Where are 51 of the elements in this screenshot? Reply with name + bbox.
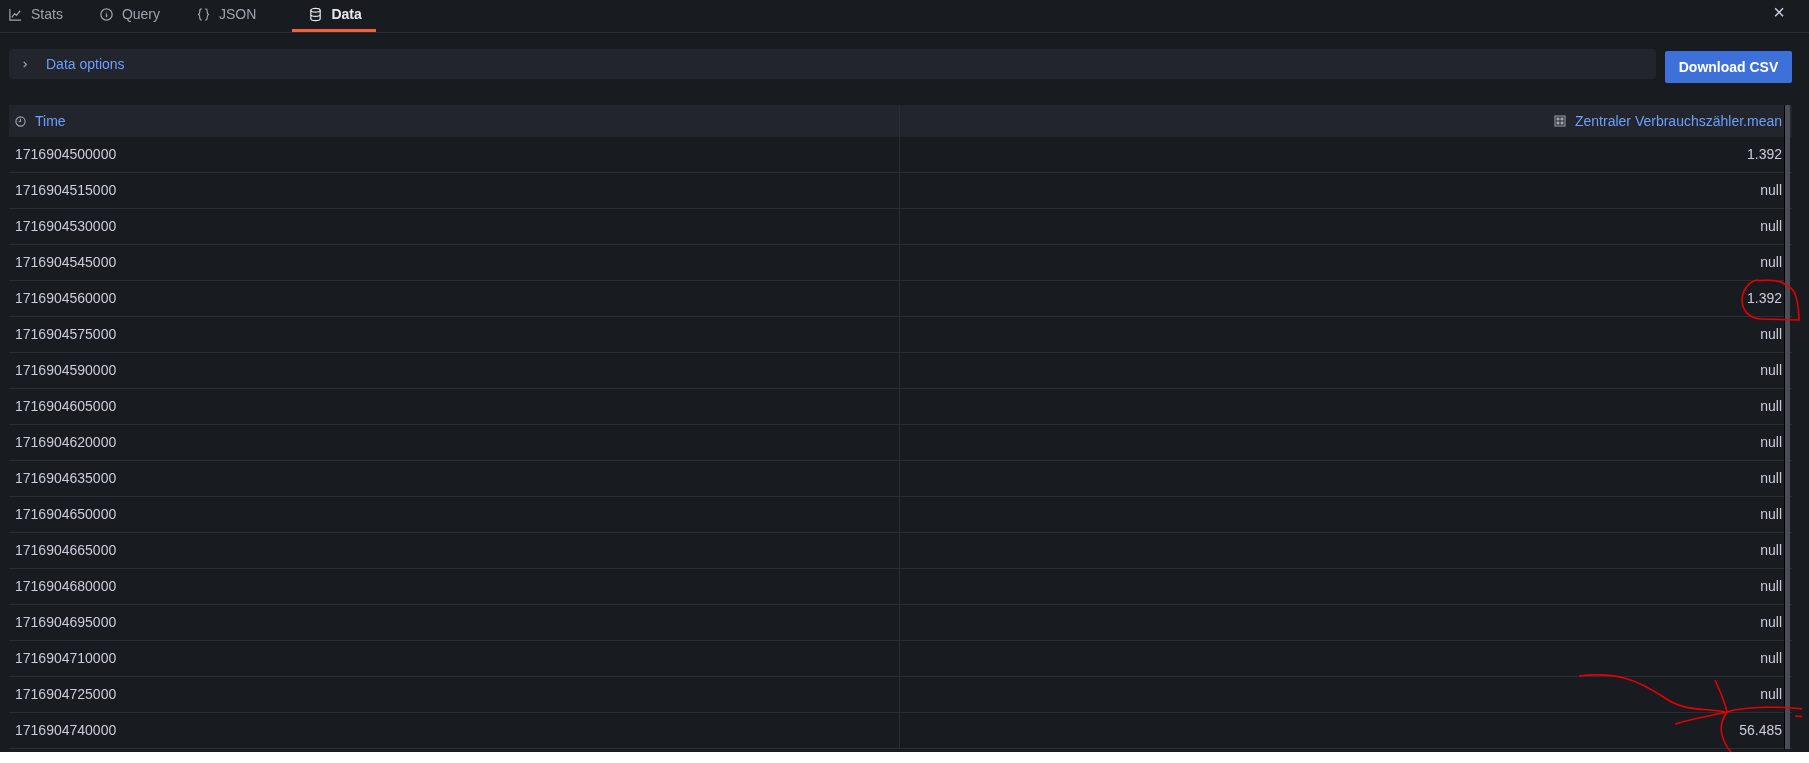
table-cell-text: null (1760, 469, 1782, 488)
table-cell-text: 1.392 (1746, 289, 1782, 308)
table-cell-text: 1716904560000 (15, 289, 117, 308)
tab[interactable]: Data (292, 0, 376, 32)
table-cell-text: null (1760, 613, 1782, 632)
scrollbar[interactable] (1784, 105, 1790, 749)
table-cell-text: 1716904665000 (15, 541, 117, 560)
table-cell-text: null (1760, 361, 1782, 380)
database-icon (308, 7, 324, 22)
tab[interactable]: JSON (196, 0, 271, 32)
table-cell-text: null (1760, 541, 1782, 560)
table-cell-text: null (1760, 685, 1782, 704)
table-cell-text: null (1760, 433, 1782, 452)
close-button[interactable]: × (1767, 0, 1791, 28)
table-cell-text: null (1760, 217, 1782, 236)
table-cell-text: 1716904515000 (15, 181, 117, 200)
table-cell-text: 1.392 (1746, 145, 1782, 164)
braces-icon (196, 7, 212, 22)
table-cell-text: null (1760, 253, 1782, 272)
tab[interactable]: Stats (8, 0, 77, 32)
column-header[interactable]: Zentraler Verbrauchszähler.mean (1575, 110, 1782, 132)
info-icon (98, 7, 114, 22)
chevron-icon[interactable] (21, 59, 30, 69)
column-header[interactable]: Time (35, 110, 66, 132)
table-cell-text: 1716904725000 (15, 685, 117, 704)
table-cell-text: 1716904710000 (15, 649, 117, 668)
line-chart-icon (8, 7, 23, 22)
table-cell-text: 1716904545000 (15, 253, 117, 272)
table-cell-text: 1716904620000 (15, 433, 117, 452)
table-cell-text: 1716904650000 (15, 505, 117, 524)
data-options-toggle[interactable]: Data options (46, 53, 125, 75)
table-cell-text: 1716904740000 (15, 721, 117, 740)
table-cell-text: 56.485 (1739, 721, 1782, 740)
grid-icon (1554, 115, 1566, 127)
clock-icon (15, 115, 26, 127)
table-cell-text: 1716904680000 (15, 577, 117, 596)
download-csv-button[interactable]: Download CSV (1665, 51, 1792, 83)
table-cell-text: 1716904635000 (15, 469, 117, 488)
table-cell-text: 1716904530000 (15, 217, 117, 236)
table-cell-text: 1716904605000 (15, 397, 117, 416)
table-cell-text: null (1760, 577, 1782, 596)
table-cell-text: null (1760, 649, 1782, 668)
table-cell-text: null (1760, 181, 1782, 200)
table-cell-text: 1716904695000 (15, 613, 117, 632)
table-cell-text: 1716904575000 (15, 325, 117, 344)
table-cell-text: 1716904500000 (15, 145, 117, 164)
table-cell-text: null (1760, 505, 1782, 524)
table-cell-text: 1716904590000 (15, 361, 117, 380)
table-cell-text: null (1760, 325, 1782, 344)
table-cell-text: null (1760, 397, 1782, 416)
tab[interactable]: Query (98, 0, 175, 32)
